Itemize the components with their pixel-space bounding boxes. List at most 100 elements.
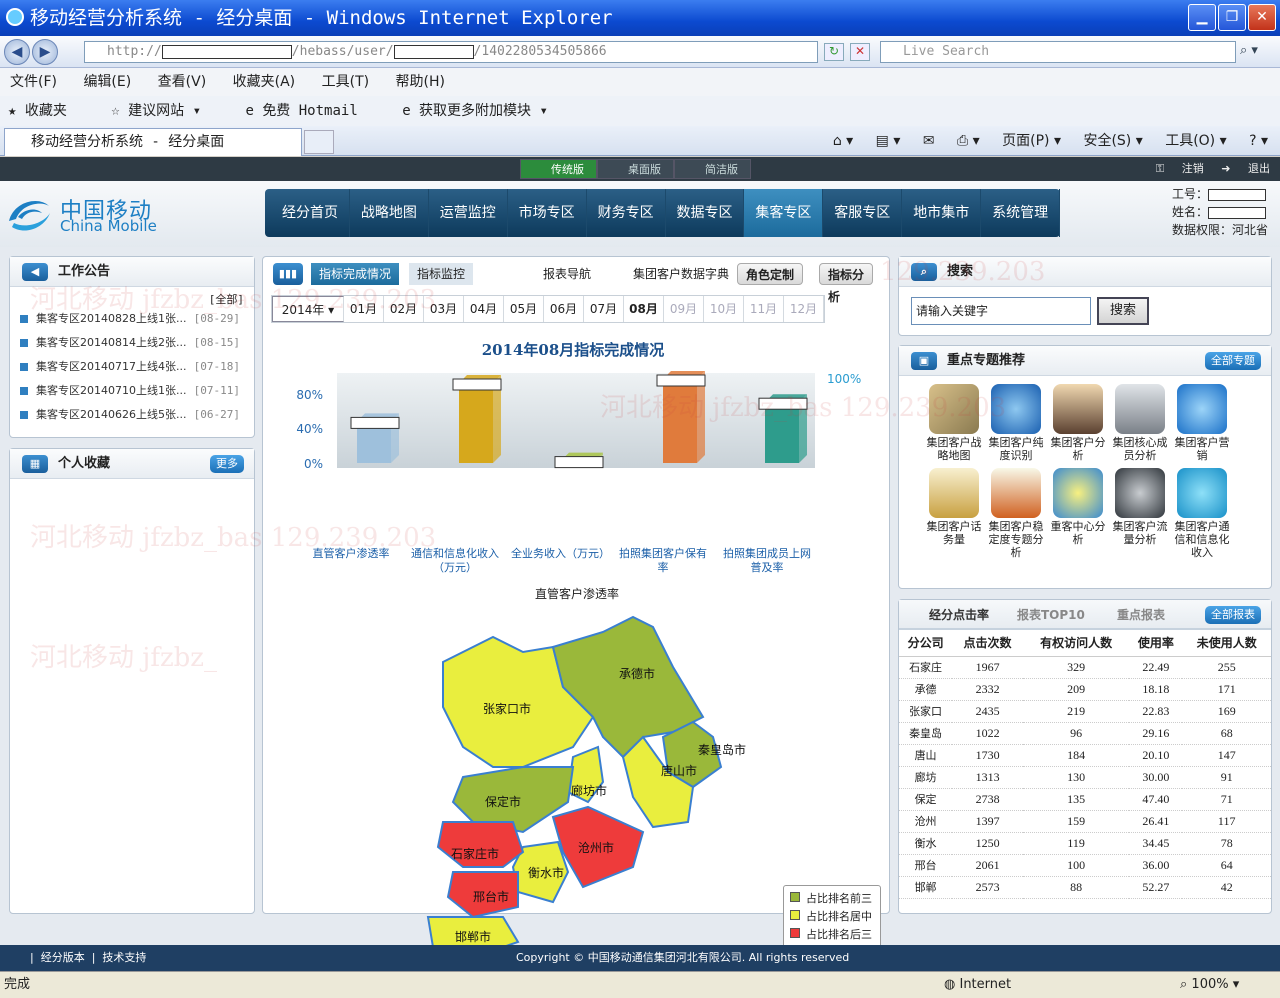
tab-report-top10[interactable]: 报表TOP10 bbox=[1017, 606, 1085, 623]
notice-item[interactable]: 集客专区20140710上线1张... [07-11] bbox=[20, 379, 244, 403]
topic-item[interactable]: 集团客户纯度识别 bbox=[985, 384, 1047, 462]
all-reports-button[interactable]: 全部报表 bbox=[1205, 606, 1261, 624]
table-row[interactable]: 邢台 2061 100 36.00 64 bbox=[899, 854, 1271, 877]
tab-indicator-monitor[interactable]: 指标监控 bbox=[409, 263, 474, 285]
topic-item[interactable]: 集团客户话务量 bbox=[923, 468, 985, 559]
topic-item[interactable]: 集团客户通信和信息化收入 bbox=[1171, 468, 1233, 559]
topic-item[interactable]: 集团客户分析 bbox=[1047, 384, 1109, 462]
version-link[interactable]: 经分版本 bbox=[41, 951, 85, 964]
report-nav-link[interactable]: 报表导航 bbox=[535, 263, 599, 285]
version-traditional[interactable]: 传统版 bbox=[520, 159, 597, 179]
fav-link-hotmail[interactable]: e 免费 Hotmail bbox=[245, 103, 375, 119]
month-tab[interactable]: 04月 bbox=[464, 296, 504, 322]
stop-icon[interactable]: ✕ bbox=[850, 43, 870, 61]
back-icon[interactable]: ◀ bbox=[4, 39, 30, 65]
bar[interactable] bbox=[765, 402, 799, 463]
feeds-icon[interactable]: ▤ ▾ bbox=[876, 133, 901, 149]
menu-file[interactable]: 文件(F) bbox=[10, 74, 57, 90]
version-desktop[interactable]: 桌面版 bbox=[597, 159, 674, 179]
table-row[interactable]: 衡水 1250 119 34.45 78 bbox=[899, 832, 1271, 855]
support-link[interactable]: 技术支持 bbox=[102, 951, 146, 964]
topic-item[interactable]: 集团客户营销 bbox=[1171, 384, 1233, 462]
data-dictionary-link[interactable]: 集团客户数据字典 bbox=[625, 263, 737, 285]
nav-market[interactable]: 市场专区 bbox=[508, 189, 587, 237]
topic-item[interactable]: 集团客户流量分析 bbox=[1109, 468, 1171, 559]
tab-key-reports[interactable]: 重点报表 bbox=[1117, 606, 1165, 623]
table-row[interactable]: 秦皇岛 1022 96 29.16 68 bbox=[899, 722, 1271, 745]
nav-data[interactable]: 数据专区 bbox=[666, 189, 745, 237]
menu-tools[interactable]: 工具(T) bbox=[322, 74, 369, 90]
table-row[interactable]: 唐山 1730 184 20.10 147 bbox=[899, 744, 1271, 767]
help-menu[interactable]: ? ▾ bbox=[1249, 133, 1268, 149]
nav-system[interactable]: 系统管理 bbox=[981, 189, 1061, 237]
topic-item[interactable]: 集团核心成员分析 bbox=[1109, 384, 1171, 462]
month-tab[interactable]: 05月 bbox=[504, 296, 544, 322]
bar[interactable] bbox=[663, 379, 697, 463]
search-icon[interactable]: ⌕ ▾ bbox=[1240, 43, 1270, 61]
favorites-more-button[interactable]: 更多 bbox=[210, 455, 244, 473]
nav-home[interactable]: 经分首页 bbox=[271, 189, 350, 237]
table-row[interactable]: 邯郸 2573 88 52.27 42 bbox=[899, 876, 1271, 899]
favorites-button[interactable]: ★ 收藏夹 bbox=[8, 103, 85, 119]
topic-item[interactable]: 集团客户稳定度专题分析 bbox=[985, 468, 1047, 559]
print-icon[interactable]: ⎙ ▾ bbox=[957, 133, 980, 149]
tab-indicator-completion[interactable]: 指标完成情况 bbox=[311, 263, 400, 285]
bar[interactable] bbox=[459, 383, 493, 463]
menu-edit[interactable]: 编辑(E) bbox=[83, 74, 131, 90]
notice-item[interactable]: 集客专区20140828上线1张... [08-29] bbox=[20, 307, 244, 331]
menu-favorites[interactable]: 收藏夹(A) bbox=[233, 74, 296, 90]
table-row[interactable]: 保定 2738 135 47.40 71 bbox=[899, 788, 1271, 811]
search-button[interactable]: 搜索 bbox=[1097, 297, 1149, 325]
version-simple[interactable]: 简洁版 bbox=[674, 159, 751, 179]
live-search-input[interactable]: Live Search bbox=[880, 41, 1236, 63]
table-row[interactable]: 承德 2332 209 18.18 171 bbox=[899, 678, 1271, 701]
page-menu[interactable]: 页面(P) ▾ bbox=[1002, 133, 1061, 149]
zoom-control[interactable]: ⌕ 100% ▾ bbox=[1180, 972, 1239, 998]
table-row[interactable]: 张家口 2435 219 22.83 169 bbox=[899, 700, 1271, 723]
url-input[interactable]: http:// /hebass/user/ /1402280534505866 bbox=[84, 41, 818, 63]
month-tab[interactable]: 07月 bbox=[584, 296, 624, 322]
nav-city-market[interactable]: 地市集市 bbox=[902, 189, 982, 237]
notice-item[interactable]: 集客专区20140814上线2张... [08-15] bbox=[20, 331, 244, 355]
keyword-input[interactable]: 请输入关键字 bbox=[911, 297, 1091, 325]
topic-item[interactable]: 集团客户战略地图 bbox=[923, 384, 985, 462]
logout-link[interactable]: ⚿ 注销 bbox=[1156, 162, 1204, 175]
nav-group-clients[interactable]: 集客专区 bbox=[744, 189, 824, 237]
topics-all-button[interactable]: 全部专题 bbox=[1205, 352, 1261, 370]
tools-menu[interactable]: 工具(O) ▾ bbox=[1165, 133, 1226, 149]
close-button[interactable]: ✕ bbox=[1248, 4, 1276, 31]
month-tab[interactable]: 06月 bbox=[544, 296, 584, 322]
nav-strategy-map[interactable]: 战略地图 bbox=[350, 189, 429, 237]
exit-link[interactable]: ➜ 退出 bbox=[1221, 162, 1270, 175]
notice-all-link[interactable]: [全部] bbox=[20, 291, 244, 307]
notice-item[interactable]: 集客专区20140717上线4张... [07-18] bbox=[20, 355, 244, 379]
table-row[interactable]: 廊坊 1313 130 30.00 91 bbox=[899, 766, 1271, 789]
menu-view[interactable]: 查看(V) bbox=[158, 74, 207, 90]
mail-icon[interactable]: ✉ bbox=[923, 133, 935, 149]
table-row[interactable]: 沧州 1397 159 26.41 117 bbox=[899, 810, 1271, 833]
fav-link-addons[interactable]: e 获取更多附加模块 ▾ bbox=[402, 103, 566, 119]
notice-item[interactable]: 集客专区20140626上线5张... [06-27] bbox=[20, 403, 244, 427]
year-select[interactable]: 2014年 ▾ bbox=[272, 296, 344, 322]
month-tab[interactable]: 02月 bbox=[384, 296, 424, 322]
month-tab-selected[interactable]: 08月 bbox=[624, 296, 664, 322]
month-tab[interactable]: 03月 bbox=[424, 296, 464, 322]
topic-item[interactable]: 重客中心分析 bbox=[1047, 468, 1109, 559]
safety-menu[interactable]: 安全(S) ▾ bbox=[1083, 133, 1142, 149]
menu-help[interactable]: 帮助(H) bbox=[396, 74, 445, 90]
maximize-button[interactable]: ❐ bbox=[1218, 4, 1246, 31]
nav-operations[interactable]: 运营监控 bbox=[429, 189, 508, 237]
fav-link-suggested[interactable]: ☆ 建议网站 ▾ bbox=[111, 103, 219, 119]
nav-service[interactable]: 客服专区 bbox=[823, 189, 903, 237]
minimize-button[interactable]: ▁ bbox=[1188, 4, 1216, 31]
table-row[interactable]: 石家庄 1967 329 22.49 255 bbox=[899, 656, 1271, 679]
new-tab-button[interactable] bbox=[304, 130, 334, 154]
indicator-analysis-button[interactable]: 指标分析 bbox=[819, 263, 873, 304]
role-custom-button[interactable]: 角色定制 bbox=[737, 263, 804, 285]
forward-icon[interactable]: ▶ bbox=[32, 39, 58, 65]
month-tab[interactable]: 01月 bbox=[344, 296, 384, 322]
refresh-icon[interactable]: ↻ bbox=[824, 43, 844, 61]
home-icon[interactable]: ⌂ ▾ bbox=[833, 133, 853, 149]
browser-tab[interactable]: 移动经营分析系统 - 经分桌面 bbox=[4, 128, 302, 156]
tab-click-rate[interactable]: 经分点击率 bbox=[929, 606, 989, 623]
